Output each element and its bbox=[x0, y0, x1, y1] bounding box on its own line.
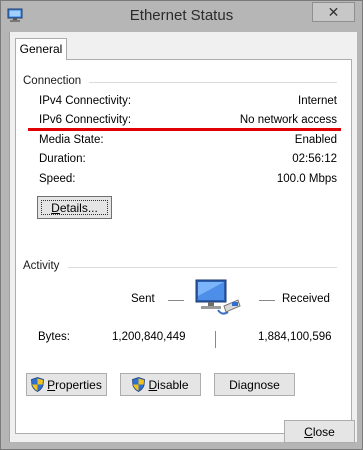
received-dash bbox=[259, 300, 275, 301]
speed-value: 100.0 Mbps bbox=[276, 173, 337, 185]
ipv6-highlight-underline bbox=[28, 128, 341, 131]
bytes-sent-value: 1,200,840,449 bbox=[112, 331, 186, 343]
ipv6-value: No network access bbox=[239, 114, 337, 126]
ipv6-label: IPv6 Connectivity: bbox=[39, 114, 132, 126]
ipv4-value: Internet bbox=[298, 95, 337, 107]
details-button[interactable]: Details... bbox=[37, 196, 112, 219]
connection-divider bbox=[89, 82, 337, 83]
duration-label: Duration: bbox=[39, 153, 86, 165]
window-title: Ethernet Status bbox=[129, 7, 234, 24]
disable-button[interactable]: Disable bbox=[120, 373, 201, 396]
title-bar[interactable]: Ethernet Status ✕ bbox=[1, 1, 362, 32]
bytes-separator bbox=[215, 331, 216, 348]
disable-button-label: Disable bbox=[148, 377, 189, 392]
properties-button-label: Properties bbox=[47, 377, 102, 392]
duration-value: 02:56:12 bbox=[292, 153, 337, 165]
ethernet-status-window: Ethernet Status ✕ General Connection IPv… bbox=[0, 0, 363, 450]
shield-icon bbox=[31, 377, 45, 392]
focus-ring bbox=[41, 200, 108, 215]
received-label: Received bbox=[282, 293, 330, 305]
close-button[interactable]: Close bbox=[284, 420, 355, 443]
speed-label: Speed: bbox=[39, 173, 76, 185]
dialog-client-area: General Connection IPv4 Connectivity: In… bbox=[9, 32, 357, 443]
window-close-button[interactable]: ✕ bbox=[312, 2, 355, 22]
close-icon: ✕ bbox=[327, 3, 340, 20]
activity-divider bbox=[68, 267, 337, 268]
connection-section-title: Connection bbox=[23, 75, 82, 87]
tab-general[interactable]: General bbox=[15, 38, 67, 60]
network-computer-icon bbox=[195, 279, 241, 315]
general-tab-panel: Connection IPv4 Connectivity: Internet I… bbox=[15, 59, 352, 434]
media-state-label: Media State: bbox=[39, 134, 104, 146]
ipv4-label: IPv4 Connectivity: bbox=[39, 95, 132, 107]
shield-icon bbox=[132, 377, 146, 392]
properties-button[interactable]: Properties bbox=[26, 373, 107, 396]
bytes-received-value: 1,884,100,596 bbox=[258, 331, 332, 343]
sent-label: Sent bbox=[131, 293, 155, 305]
activity-section-title: Activity bbox=[23, 260, 60, 272]
close-button-label: Close bbox=[304, 424, 335, 439]
media-state-value: Enabled bbox=[294, 134, 337, 146]
diagnose-button[interactable]: Diagnose bbox=[214, 373, 295, 396]
bytes-label: Bytes: bbox=[38, 331, 70, 343]
sent-dash bbox=[168, 300, 184, 301]
diagnose-button-label: Diagnose bbox=[229, 377, 280, 392]
